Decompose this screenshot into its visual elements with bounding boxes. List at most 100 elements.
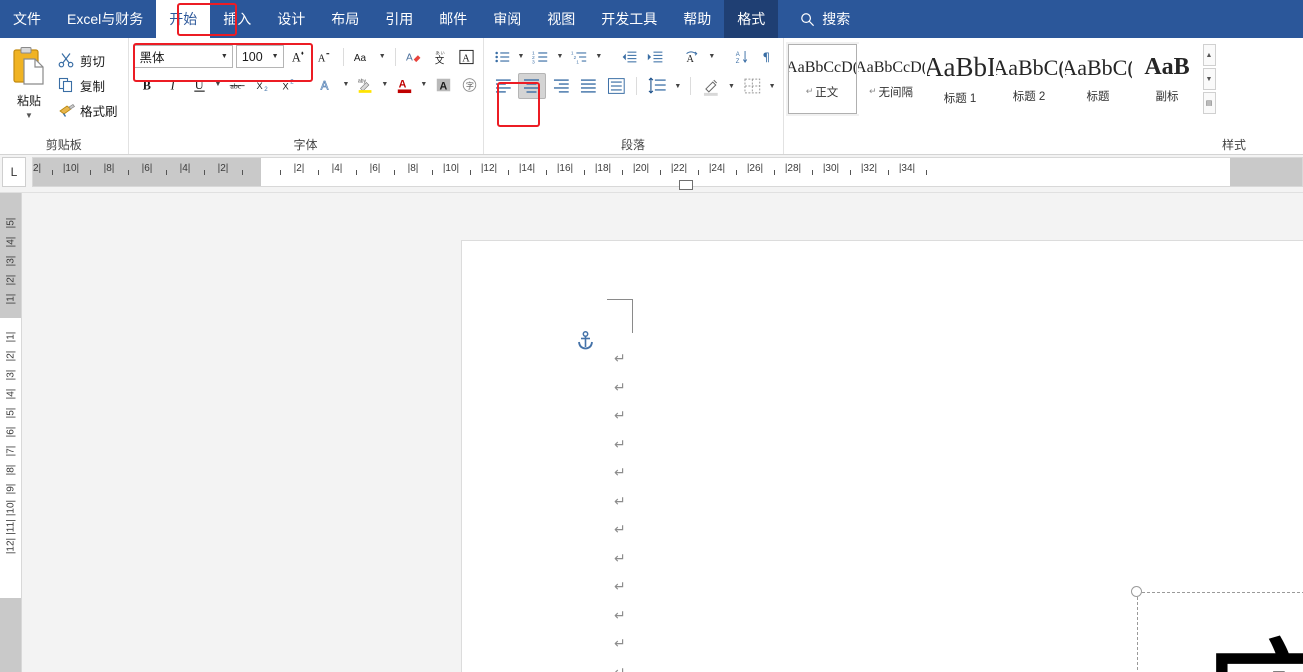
underline-button[interactable]: U (188, 73, 211, 96)
document-page[interactable]: ↵↵↵↵↵↵↵↵↵↵↵↵↵ 宋 江 ↵ (462, 241, 1303, 672)
copy-button[interactable]: 复制 (55, 73, 123, 97)
align-right-button[interactable] (549, 75, 574, 98)
ruler-minor-tick (926, 170, 927, 175)
subscript-button[interactable]: X2 (252, 73, 275, 96)
styles-gallery-scroll[interactable]: ▲ ▼ ▤ (1202, 44, 1216, 114)
increase-font-size-button[interactable]: A (287, 45, 310, 68)
chevron-down-icon[interactable]: ▼ (673, 83, 683, 90)
change-case-button[interactable]: Aa (350, 45, 374, 68)
ruler-minor-tick (356, 170, 357, 175)
ruler-tick-right-13: |28| (784, 163, 802, 174)
style-item-3[interactable]: AaBbI 标题 1 (925, 44, 995, 114)
tab-label: 帮助 (683, 11, 712, 27)
align-center-button[interactable] (518, 73, 546, 99)
styles-scroll-up[interactable]: ▲ (1202, 44, 1216, 66)
chevron-down-icon[interactable]: ▼ (268, 46, 283, 67)
tab-help[interactable]: 帮助 (670, 0, 724, 38)
font-row-2: B I U ▼ abc X2 X2 A ▼ aby ▼ A ▼ A 字 (136, 73, 478, 96)
format-painter-button[interactable]: 格式刷 (55, 98, 123, 122)
chevron-down-icon[interactable]: ▼ (768, 83, 778, 90)
sort-button[interactable]: AZ (731, 45, 754, 68)
chevron-down-icon[interactable]: ▼ (517, 53, 527, 60)
chevron-down-icon[interactable]: ▼ (419, 81, 429, 88)
style-item-6[interactable]: AaB 副标 (1132, 44, 1202, 114)
document-canvas[interactable]: ↵↵↵↵↵↵↵↵↵↵↵↵↵ 宋 江 ↵ (22, 193, 1303, 672)
tab-excel-finance[interactable]: Excel与财务 (54, 0, 156, 38)
line-spacing-button[interactable] (644, 75, 671, 98)
font-size-input[interactable]: 100 ▼ (235, 45, 284, 68)
ruler-tick-right-3: |8| (407, 163, 419, 174)
svg-text:X: X (283, 81, 289, 91)
svg-text:A: A (462, 53, 470, 64)
align-left-button[interactable] (491, 75, 516, 98)
paste-button[interactable]: 粘贴 ▼ (5, 44, 53, 120)
bold-button[interactable]: B (136, 73, 159, 96)
chevron-down-icon[interactable]: ▼ (378, 53, 388, 60)
tab-design[interactable]: 设计 (264, 0, 318, 38)
tab-format[interactable]: 格式 (724, 0, 779, 38)
superscript-button[interactable]: X2 (278, 73, 301, 96)
tab-home[interactable]: 开始 (156, 0, 211, 38)
search-box[interactable]: 搜索 (788, 0, 862, 38)
paragraph-mark: ↵ (614, 550, 626, 567)
borders-button[interactable] (740, 75, 765, 98)
tab-developer[interactable]: 开发工具 (588, 0, 670, 38)
tab-review[interactable]: 审阅 (480, 0, 534, 38)
chevron-down-icon[interactable]: ▼ (555, 53, 565, 60)
text-box-content[interactable]: 宋 江 (1137, 592, 1303, 672)
character-shading-button[interactable]: A (432, 73, 455, 96)
chevron-down-icon[interactable]: ▼ (214, 81, 224, 88)
style-item-4[interactable]: AaBbC(标题 2 (994, 44, 1064, 114)
style-item-1[interactable]: AaBbCcD(↵ 正文 (785, 42, 859, 116)
chevron-down-icon[interactable]: ▼ (707, 53, 717, 60)
phonetic-guide-button[interactable]: ぁぃ 文 (429, 45, 452, 68)
tab-mailings[interactable]: 邮件 (426, 0, 480, 38)
style-name: 正文 (815, 86, 839, 99)
tab-references[interactable]: 引用 (372, 0, 426, 38)
chevron-down-icon[interactable]: ▼ (380, 81, 390, 88)
chevron-down-icon[interactable]: ▼ (25, 112, 33, 120)
distributed-button[interactable] (604, 75, 629, 98)
chevron-down-icon[interactable]: ▼ (594, 53, 604, 60)
left-indent-marker[interactable] (679, 180, 693, 190)
font-color-button[interactable]: A (393, 73, 416, 96)
style-item-2[interactable]: AaBbCcD(↵ 无间隔 (856, 44, 926, 114)
text-box[interactable]: 宋 江 ↵ (1131, 586, 1303, 672)
clear-formatting-button[interactable]: A (403, 45, 426, 68)
tab-view[interactable]: 视图 (534, 0, 588, 38)
chevron-down-icon[interactable]: ▼ (727, 83, 737, 90)
multilevel-list-button[interactable]: 121 (568, 45, 591, 68)
shading-button[interactable] (698, 75, 724, 98)
style-item-5[interactable]: AaBbC(标题 (1063, 44, 1133, 114)
tab-file[interactable]: 文件 (0, 0, 54, 38)
vruler-tick-pg6: |7| (5, 445, 16, 457)
text-effects-button[interactable]: A (315, 73, 338, 96)
bullets-button[interactable] (491, 45, 514, 68)
strikethrough-button[interactable]: abc (226, 73, 249, 96)
enclose-characters-button[interactable]: 字 (458, 73, 481, 96)
divider (394, 47, 396, 66)
italic-button[interactable]: I (162, 73, 185, 96)
chevron-down-icon[interactable]: ▼ (217, 46, 232, 67)
horizontal-ruler[interactable]: |12| |10| |8| |6| |4| |2| |2| |4| |6| |8| |10| |12|… (32, 157, 1303, 187)
decrease-font-size-button[interactable]: A (313, 45, 336, 68)
text-highlight-button[interactable]: aby (354, 73, 377, 96)
font-name-input[interactable]: 黑体 ▼ (133, 45, 233, 68)
tab-insert[interactable]: 插入 (210, 0, 264, 38)
chevron-down-icon[interactable]: ▼ (341, 81, 351, 88)
vertical-ruler[interactable]: |5| |4| |3| |2| |1| |1| |2| |3| |4| |5| |6| |7| |8| |… (0, 193, 22, 672)
numbering-button[interactable]: 123 (529, 45, 552, 68)
resize-handle-nw[interactable] (1131, 586, 1142, 597)
cut-button[interactable]: 剪切 (55, 48, 123, 72)
justify-button[interactable] (576, 75, 601, 98)
decrease-indent-button[interactable] (618, 45, 641, 68)
styles-scroll-down[interactable]: ▼ (1202, 68, 1216, 90)
style-sample: AaBbC( (1063, 54, 1133, 80)
tab-stop-selector[interactable]: L (2, 157, 26, 187)
increase-indent-button[interactable] (644, 45, 667, 68)
character-border-button[interactable]: A (455, 45, 478, 68)
asian-layout-button[interactable]: A (681, 45, 704, 68)
styles-more-button[interactable]: ▤ (1202, 92, 1216, 114)
tab-layout[interactable]: 布局 (318, 0, 372, 38)
show-formatting-marks-button[interactable]: ¶ (757, 45, 780, 68)
